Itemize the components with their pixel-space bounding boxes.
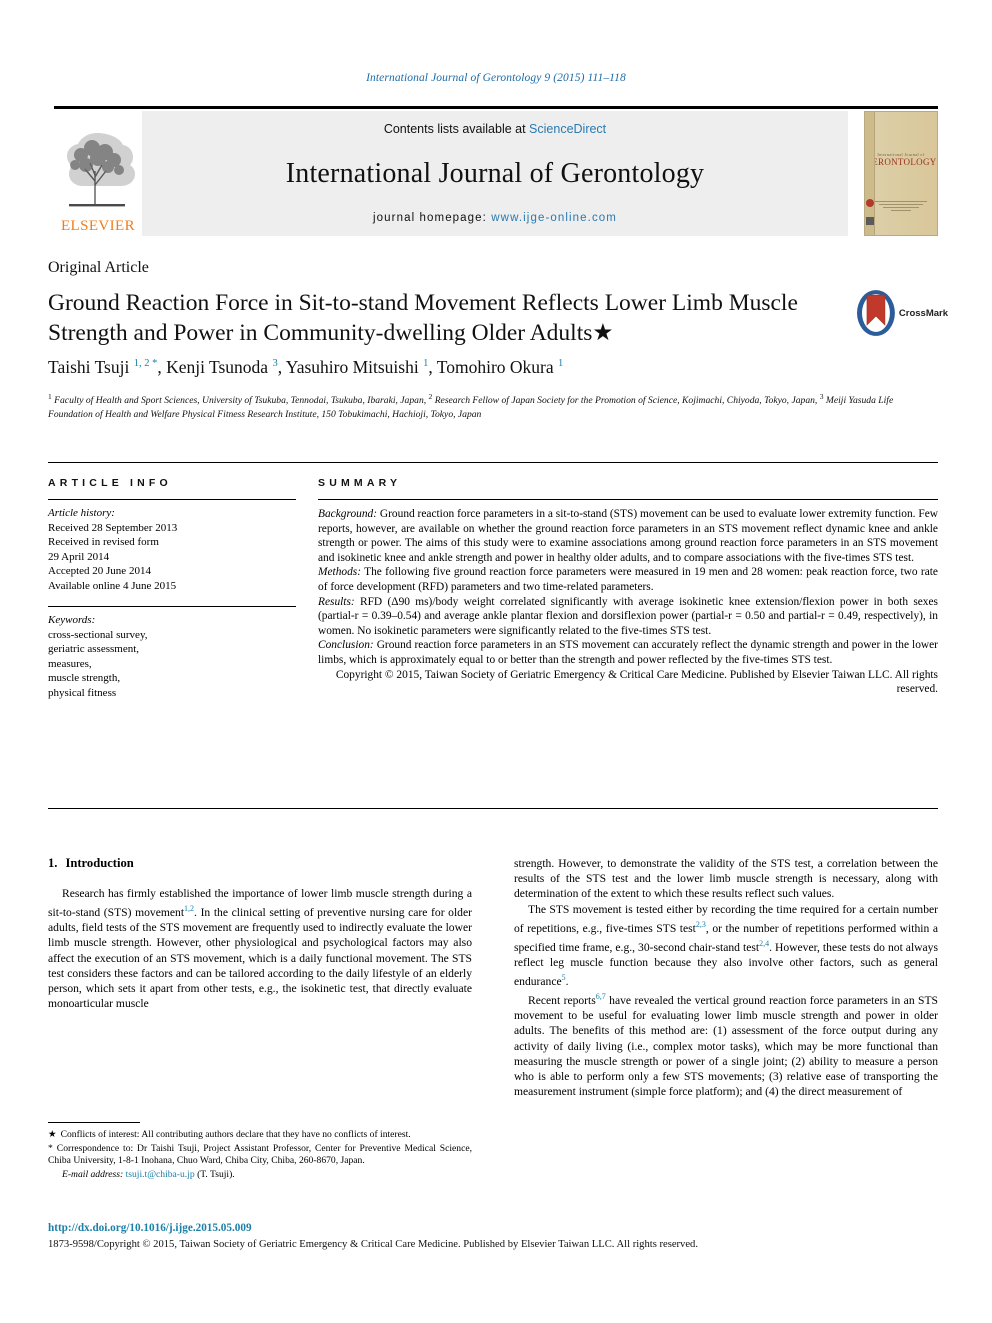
summary-label: SUMMARY: [318, 477, 402, 489]
author-list: Taishi Tsuji 1, 2 *, Kenji Tsunoda 3, Ya…: [48, 357, 564, 377]
history-item: 29 April 2014: [48, 550, 110, 563]
cover-text-lines: [875, 199, 927, 213]
elsevier-tree-icon: [67, 133, 135, 207]
running-head: International Journal of Gerontology 9 (…: [366, 72, 626, 84]
title-text: Ground Reaction Force in Sit-to-stand Mo…: [48, 290, 798, 346]
article-type: Original Article: [48, 259, 149, 276]
history-item: Available online 4 June 2015: [48, 579, 177, 592]
summary-body: Background: Ground reaction force parame…: [318, 500, 938, 697]
article-history-block: Article history: Received 28 September 2…: [48, 500, 296, 593]
crossmark-icon: [856, 290, 895, 336]
info-summary-band: ARTICLE INFO Article history: Received 2…: [48, 462, 938, 700]
section-title: Introduction: [65, 856, 134, 870]
footnote-rule: [48, 1122, 140, 1123]
masthead-center: Contents lists available at ScienceDirec…: [142, 111, 848, 236]
conclusion-label: Conclusion:: [318, 639, 374, 652]
footnote-correspondence-text: Correspondence to: Dr Taishi Tsuji, Proj…: [48, 1142, 472, 1167]
conclusion-text: Ground reaction force parameters in an S…: [318, 639, 938, 666]
paragraph: strength. However, to demonstrate the va…: [514, 857, 938, 901]
keyword-item: geriatric assessment,: [48, 643, 140, 655]
body-column-right: strength. However, to demonstrate the va…: [514, 856, 938, 1099]
sciencedirect-link[interactable]: ScienceDirect: [529, 122, 606, 136]
email-link[interactable]: tsuji.t@chiba-u.jp: [126, 1169, 195, 1180]
history-item: Received 28 September 2013: [48, 521, 178, 534]
email-label: E-mail address:: [62, 1168, 124, 1180]
results-text: RFD (Δ90 ms)/body weight correlated sign…: [318, 595, 938, 637]
summary-conclusion: Conclusion: Ground reaction force parame…: [318, 638, 938, 667]
cover-badge-gray-icon: [866, 217, 874, 225]
issn-copyright-line: 1873-9598/Copyright © 2015, Taiwan Socie…: [48, 1239, 698, 1250]
summary-copyright: Copyright © 2015, Taiwan Society of Geri…: [335, 668, 938, 696]
homepage-prefix: journal homepage:: [373, 212, 492, 224]
cover-art: International Journal of GERONTOLOGY: [864, 111, 938, 236]
keyword-item: muscle strength,: [48, 672, 121, 684]
summary-column: SUMMARY Background: Ground reaction forc…: [318, 463, 938, 700]
summary-methods: Methods: The following five ground react…: [318, 565, 938, 594]
footnote-email: E-mail address: tsuji.t@chiba-u.jp (T. T…: [48, 1169, 472, 1182]
keywords-label: Keywords:: [48, 614, 96, 626]
body-column-left: 1. Introduction Research has firmly estab…: [48, 856, 472, 1099]
methods-text: The following five ground reaction force…: [318, 566, 938, 593]
footnote-correspondence: * Correspondence to: Dr Taishi Tsuji, Pro…: [48, 1143, 472, 1168]
results-label: Results:: [318, 595, 355, 608]
history-item: Accepted 20 June 2014: [48, 565, 151, 577]
methods-label: Methods:: [318, 566, 362, 579]
keyword-item: cross-sectional survey,: [48, 628, 148, 641]
paragraph: Recent reports6,7 have revealed the vert…: [514, 992, 938, 1099]
paragraph: Research has firmly established the impo…: [48, 887, 472, 1011]
journal-homepage-line: journal homepage: www.ijge-online.com: [373, 212, 617, 224]
journal-masthead: ELSEVIER Contents lists available at Sci…: [54, 106, 938, 236]
keyword-item: measures,: [48, 657, 92, 670]
summary-background: Background: Ground reaction force parame…: [318, 507, 938, 565]
doi-link[interactable]: http://dx.doi.org/10.1016/j.ijge.2015.05…: [48, 1222, 252, 1234]
journal-cover-thumbnail: International Journal of GERONTOLOGY: [848, 111, 938, 236]
footnote-star-mark: ★: [48, 1129, 57, 1140]
footnote-conflicts: ★ Conflicts of interest: All contributing…: [48, 1129, 472, 1142]
footnote-asterisk-mark: *: [48, 1142, 53, 1154]
cover-journal-line2: GERONTOLOGY: [865, 157, 937, 167]
keyword-item: physical fitness: [48, 686, 117, 699]
paragraph: The STS movement is tested either by rec…: [514, 902, 938, 988]
body-separator-rule: [48, 808, 938, 809]
elsevier-wordmark: ELSEVIER: [60, 218, 136, 234]
article-info-column: ARTICLE INFO Article history: Received 2…: [48, 463, 318, 700]
footnote-block: ★ Conflicts of interest: All contributing…: [48, 1122, 472, 1182]
history-item: Received in revised form: [48, 536, 159, 548]
email-suffix: (T. Tsuji).: [197, 1168, 235, 1180]
contents-available-line: Contents lists available at ScienceDirec…: [384, 122, 606, 136]
title-block: Ground Reaction Force in Sit-to-stand Mo…: [48, 288, 838, 348]
homepage-url-link[interactable]: www.ijge-online.com: [491, 212, 617, 224]
crossmark-label: CrossMark: [898, 307, 948, 319]
background-label: Background:: [318, 508, 378, 520]
page-title: Ground Reaction Force in Sit-to-stand Mo…: [48, 288, 838, 348]
article-info-label: ARTICLE INFO: [48, 477, 172, 489]
elsevier-logo: ELSEVIER: [54, 111, 142, 236]
affiliation-list: 1 Faculty of Health and Sport Sciences, …: [48, 392, 894, 420]
journal-title: International Journal of Gerontology: [285, 158, 705, 189]
footnote-conflicts-text: Conflicts of interest: All contributing …: [60, 1129, 411, 1140]
keywords-block: Keywords: cross-sectional survey, geriat…: [48, 607, 296, 700]
cover-badge-red-icon: [866, 199, 874, 207]
crossmark-badge[interactable]: CrossMark: [856, 287, 948, 339]
section-heading-introduction: 1. Introduction: [48, 856, 472, 871]
summary-results: Results: RFD (Δ90 ms)/body weight correl…: [318, 595, 938, 639]
background-text: Ground reaction force parameters in a si…: [318, 508, 938, 564]
title-footnote-star: ★: [592, 320, 614, 346]
section-number: 1.: [48, 856, 58, 870]
contents-prefix: Contents lists available at: [383, 122, 530, 136]
article-history-label: Article history:: [48, 507, 115, 519]
body-columns: 1. Introduction Research has firmly estab…: [48, 856, 938, 1099]
paper-page: International Journal of Gerontology 9 (…: [0, 0, 992, 1323]
